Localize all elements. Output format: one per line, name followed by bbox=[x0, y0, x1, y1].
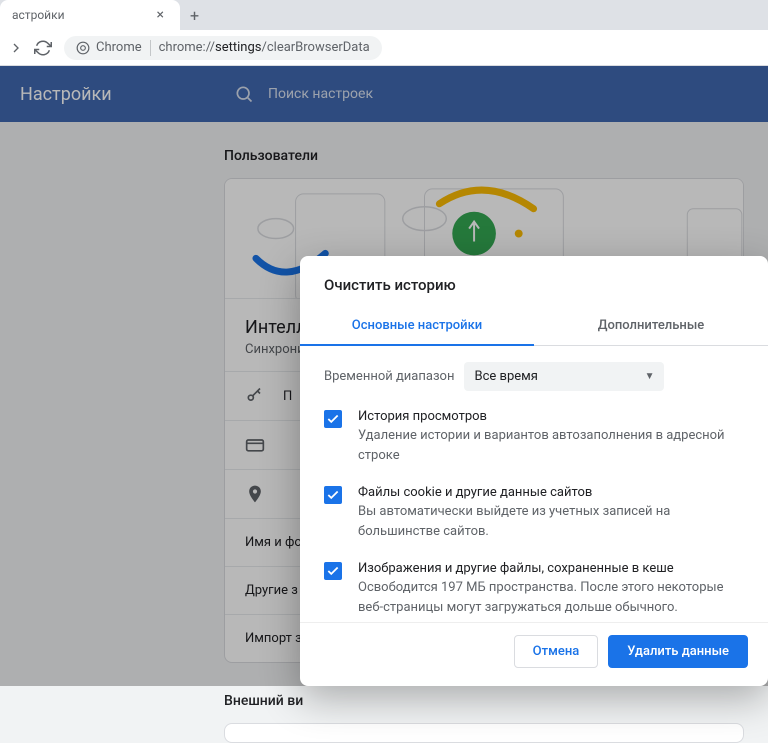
dialog-footer: Отмена Удалить данные bbox=[300, 622, 768, 686]
url-text: chrome://settings/clearBrowserData bbox=[159, 40, 370, 55]
appearance-card bbox=[224, 723, 744, 743]
option-cache-desc: Освободится 197 МБ пространства. После э… bbox=[358, 578, 744, 617]
tab-basic[interactable]: Основные настройки bbox=[300, 308, 534, 345]
option-history-row: История просмотров Удаление истории и ва… bbox=[324, 409, 744, 465]
dialog-tabs: Основные настройки Дополнительные bbox=[300, 308, 768, 346]
divider bbox=[150, 40, 151, 56]
checkbox-cache[interactable] bbox=[324, 562, 342, 580]
dialog-body: Временной диапазон Все время ▼ История п… bbox=[300, 346, 768, 622]
option-cache-title: Изображения и другие файлы, сохраненные … bbox=[358, 561, 744, 576]
option-cookies-row: Файлы cookie и другие данные сайтов Вы а… bbox=[324, 485, 744, 541]
site-chip[interactable]: Chrome chrome://settings/clearBrowserDat… bbox=[64, 36, 382, 60]
chrome-icon bbox=[76, 41, 90, 55]
tab-title: астройки bbox=[12, 8, 153, 22]
forward-icon[interactable] bbox=[8, 40, 24, 56]
option-history-desc: Удаление истории и вариантов автозаполне… bbox=[358, 426, 744, 465]
confirm-button[interactable]: Удалить данные bbox=[608, 635, 748, 668]
browser-tab-bar: астройки × + bbox=[0, 0, 768, 30]
site-label: Chrome bbox=[96, 40, 142, 55]
time-range-value: Все время bbox=[474, 369, 537, 384]
appearance-section-title: Внешний ви bbox=[224, 693, 744, 709]
time-range-label: Временной диапазон bbox=[324, 369, 454, 384]
new-tab-button[interactable]: + bbox=[180, 6, 209, 25]
option-cookies-desc: Вы автоматически выйдете из учетных запи… bbox=[358, 502, 744, 541]
checkbox-cookies[interactable] bbox=[324, 486, 342, 504]
close-tab-icon[interactable]: × bbox=[153, 7, 168, 23]
option-history-title: История просмотров bbox=[358, 409, 744, 424]
chevron-down-icon: ▼ bbox=[645, 371, 655, 382]
checkbox-history[interactable] bbox=[324, 410, 342, 428]
browser-tab[interactable]: астройки × bbox=[0, 0, 180, 30]
cancel-button[interactable]: Отмена bbox=[514, 635, 599, 668]
address-bar: Chrome chrome://settings/clearBrowserDat… bbox=[0, 30, 768, 66]
option-cookies-title: Файлы cookie и другие данные сайтов bbox=[358, 485, 744, 500]
reload-icon[interactable] bbox=[34, 39, 52, 57]
tab-advanced[interactable]: Дополнительные bbox=[534, 308, 768, 345]
time-range-select[interactable]: Все время ▼ bbox=[464, 362, 664, 391]
dialog-title: Очистить историю bbox=[300, 256, 768, 308]
option-cache-row: Изображения и другие файлы, сохраненные … bbox=[324, 561, 744, 617]
clear-data-dialog: Очистить историю Основные настройки Допо… bbox=[300, 256, 768, 686]
